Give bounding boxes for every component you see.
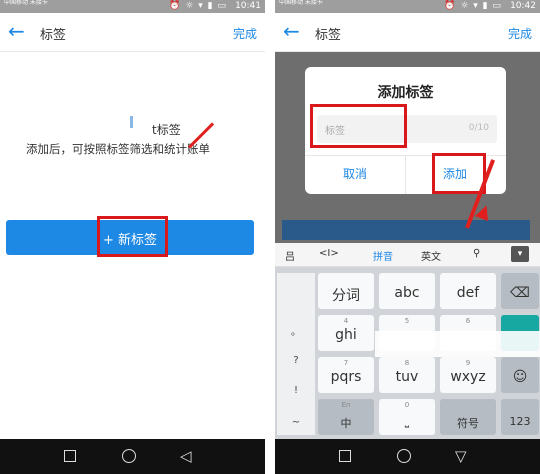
key[interactable]: 9 wxyz	[440, 357, 496, 393]
chinese-switch-key[interactable]: En 中	[318, 399, 374, 435]
status-icons: ⏰ ☼ ▾ ▮ ▭	[169, 1, 227, 11]
ime-cursor-icon[interactable]: <I>	[319, 248, 339, 259]
mic-icon: ⎵	[404, 415, 410, 428]
symbol-key[interactable]: ?	[277, 355, 315, 366]
recent-apps-icon[interactable]	[64, 450, 76, 462]
glare-overlay	[375, 331, 540, 357]
symbol-key[interactable]: ~	[277, 417, 315, 428]
cancel-button[interactable]: 取消	[305, 165, 405, 182]
status-bar: 中国移动 未接卡 ⏰ ☼ ▾ ▮ ▭ 10:41	[0, 0, 265, 13]
highlight-box-add	[432, 153, 486, 194]
status-icons: ⏰ ☼ ▾ ▮ ▭	[444, 1, 502, 11]
highlight-box-new-tag	[97, 216, 168, 257]
done-button[interactable]: 完成	[233, 25, 257, 42]
page-title: 标签	[40, 28, 67, 43]
ime-layout-icon[interactable]: 吕	[285, 248, 295, 263]
symbol-column: 。 ? ! ~	[277, 273, 315, 435]
key[interactable]: 分词	[318, 273, 374, 309]
header: ← 标签 完成	[0, 13, 265, 52]
empty-state-text: 添加后，可按照标签筛选和统计账单	[26, 142, 210, 156]
char-counter: 0/10	[468, 123, 489, 133]
back-arrow-icon[interactable]: ←	[8, 19, 25, 43]
ime-english-tab[interactable]: 英文	[421, 248, 441, 263]
symbol-key[interactable]: !	[277, 385, 315, 396]
phone-screen-right: 中国移动 未接卡 ⏰ ☼ ▾ ▮ ▭ 10:42 ← 标签 完成 添加标签 标签…	[275, 0, 540, 474]
back-triangle-icon[interactable]: ▽	[455, 449, 467, 464]
back-triangle-icon[interactable]: ◁	[180, 449, 192, 464]
done-button[interactable]: 完成	[508, 25, 532, 42]
recent-apps-icon[interactable]	[339, 450, 351, 462]
home-icon[interactable]	[122, 449, 136, 463]
delete-key[interactable]: ⌫	[501, 273, 539, 309]
numbers-key[interactable]: 123	[501, 399, 539, 435]
symbols-key[interactable]: 符号	[440, 399, 496, 435]
keyboard: 。 ? ! ~ 分词 abc def ⌫ 4 ghi 5 6 7 pqrs 8 tuv…	[275, 267, 540, 439]
carrier-label: 中国移动 未接卡	[4, 0, 48, 6]
key[interactable]: def	[440, 273, 496, 309]
space-key[interactable]: 0 ⎵	[379, 399, 435, 435]
key[interactable]: 7 pqrs	[318, 357, 374, 393]
highlight-box-input	[310, 104, 407, 148]
empty-cursor-mark	[130, 116, 133, 128]
back-arrow-icon[interactable]: ←	[283, 19, 300, 43]
header: ← 标签 完成	[275, 13, 540, 52]
ime-toolbar: 吕 <I> 拼音 英文 ⚲ ▾	[275, 243, 540, 267]
home-icon[interactable]	[397, 449, 411, 463]
key[interactable]: 8 tuv	[379, 357, 435, 393]
new-tag-button-dimmed	[282, 220, 530, 240]
symbol-key[interactable]: 。	[277, 323, 315, 338]
emoji-key[interactable]: ☺	[501, 357, 539, 393]
key[interactable]: 4 ghi	[318, 315, 374, 351]
status-time: 10:42	[510, 1, 536, 11]
key[interactable]: abc	[379, 273, 435, 309]
dialog-title: 添加标签	[377, 85, 434, 101]
status-time: 10:41	[235, 1, 261, 11]
carrier-label: 中国移动 未接卡	[279, 0, 323, 6]
phone-screen-left: 中国移动 未接卡 ⏰ ☼ ▾ ▮ ▭ 10:41 ← 标签 完成 t标签 添加后…	[0, 0, 265, 474]
page-title: 标签	[315, 28, 342, 43]
collapse-keyboard-icon[interactable]: ▾	[511, 246, 529, 262]
android-nav-bar: ▽	[275, 439, 540, 474]
search-icon[interactable]: ⚲	[473, 248, 480, 259]
android-nav-bar: ◁	[0, 439, 265, 474]
status-bar: 中国移动 未接卡 ⏰ ☼ ▾ ▮ ▭ 10:42	[275, 0, 540, 13]
empty-state-title: t标签	[152, 123, 181, 137]
ime-pinyin-tab[interactable]: 拼音	[373, 248, 393, 263]
